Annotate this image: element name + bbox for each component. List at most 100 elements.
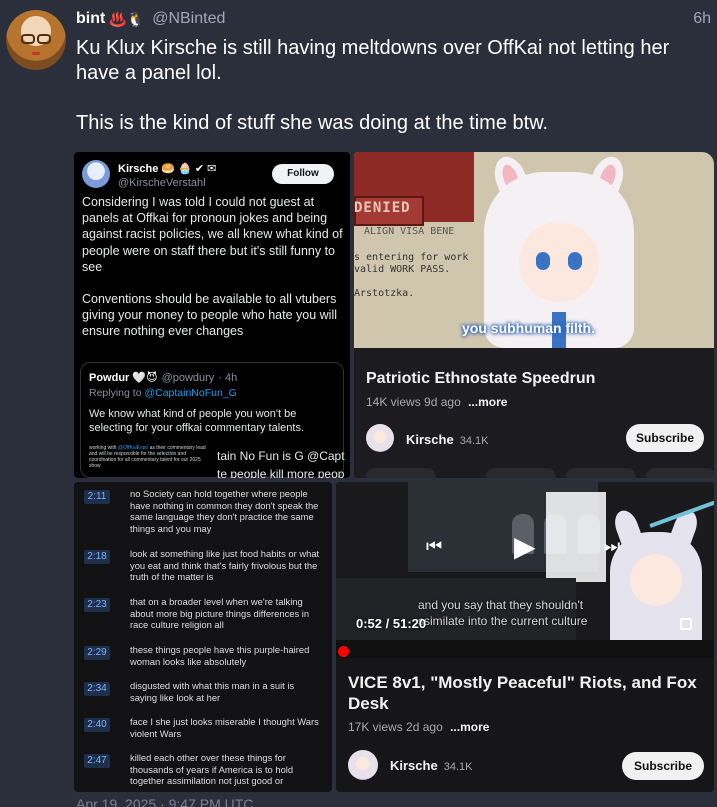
author-emoji: ♨️🐧 bbox=[109, 10, 145, 27]
post: bint ♨️🐧 @NBinted 6h Ku Klux Kirsche is … bbox=[0, 0, 717, 807]
post-header: bint ♨️🐧 @NBinted 6h bbox=[76, 8, 711, 30]
chip[interactable] bbox=[646, 468, 714, 478]
channel-subs: 34.1K bbox=[459, 435, 489, 447]
subscribe-button[interactable]: Subscribe bbox=[622, 752, 704, 780]
transcript-text: look at something like just food habits … bbox=[130, 548, 320, 583]
chip[interactable] bbox=[366, 468, 436, 478]
face-shape bbox=[519, 222, 599, 302]
video-time: 0:52 / 51:20 bbox=[356, 616, 427, 631]
channel-subs: 34.1K bbox=[443, 761, 473, 773]
video-card-1[interactable]: DENIED ALIGN VISA BENE s entering for wo… bbox=[354, 152, 714, 478]
video-more-link[interactable]: ...more bbox=[450, 720, 489, 734]
post-body: Ku Klux Kirsche is still having meltdown… bbox=[76, 36, 706, 136]
subscribe-button[interactable]: Subscribe bbox=[626, 424, 704, 452]
video-age: 9d ago bbox=[424, 395, 461, 409]
quote-header: Powdur 🤍😈 @powdury · 4h bbox=[89, 371, 237, 384]
video-views: 14K views bbox=[366, 395, 421, 409]
quote-name: Powdur 🤍😈 bbox=[89, 372, 158, 384]
quote-age: · 4h bbox=[218, 372, 238, 384]
video-thumbnail-1[interactable]: DENIED ALIGN VISA BENE s entering for wo… bbox=[354, 152, 714, 348]
progress-scrubber[interactable] bbox=[338, 646, 349, 657]
transcript-text: killed each other over these things for … bbox=[130, 752, 294, 787]
mouth-icon bbox=[32, 52, 40, 55]
glasses-right-icon bbox=[37, 34, 51, 44]
tweet-avatar bbox=[82, 160, 110, 188]
video-views: 17K views bbox=[348, 720, 403, 734]
quote-embedded-text: working with @OffKaiExpo as their commen… bbox=[89, 445, 209, 469]
vtuber-avatar-figure bbox=[474, 152, 644, 348]
video-title-1[interactable]: Patriotic Ethnostate Speedrun bbox=[366, 370, 595, 388]
game-denied-text: DENIED bbox=[354, 200, 411, 216]
tweet-paragraph: Considering I was told I could not guest… bbox=[82, 195, 343, 274]
quote-overlay-text-2: te people kill more peop bbox=[217, 467, 345, 478]
channel-name[interactable]: Kirsche 34.1K bbox=[406, 432, 488, 447]
chips-row bbox=[366, 468, 714, 478]
video-title-2[interactable]: VICE 8v1, "Mostly Peaceful" Riots, and F… bbox=[348, 672, 698, 714]
channel-avatar[interactable] bbox=[366, 424, 394, 452]
quote-body: We know what kind of people you won't be… bbox=[89, 408, 305, 434]
channel-name[interactable]: Kirsche 34.1K bbox=[390, 758, 472, 773]
channel-avatar[interactable] bbox=[348, 750, 378, 780]
stream-side-panel bbox=[546, 492, 606, 582]
video-more-link[interactable]: ...more bbox=[468, 395, 507, 409]
video-caption: you subhuman filth. bbox=[462, 320, 595, 336]
media-grid: Kirsche 🥯 🧁 ✔ ✉ @KirscheVerstahl Follow … bbox=[74, 152, 714, 792]
quote-replying: Replying to @CaptainNoFun_G bbox=[89, 387, 237, 399]
eye-icon bbox=[536, 252, 550, 270]
post-paragraph: This is the kind of stuff she was doing … bbox=[76, 112, 549, 134]
transcript-text: face I she just looks miserable I though… bbox=[130, 716, 319, 739]
transcript-text: no Society can hold together where peopl… bbox=[130, 488, 319, 534]
channel-name-text: Kirsche bbox=[406, 432, 454, 447]
quote-replying-prefix: Replying to bbox=[89, 387, 145, 399]
transcript-timestamp[interactable]: 2:34 bbox=[84, 682, 110, 696]
tweet-name: Kirsche 🥯 🧁 ✔ ✉ bbox=[118, 163, 217, 175]
author-name[interactable]: bint bbox=[76, 10, 105, 28]
quote-replying-handle: @CaptainNoFun_G bbox=[144, 387, 237, 399]
transcript-timestamp[interactable]: 2:23 bbox=[84, 598, 110, 612]
chip[interactable] bbox=[566, 468, 636, 478]
post-time[interactable]: 6h bbox=[693, 10, 711, 28]
fullscreen-icon[interactable] bbox=[680, 618, 692, 630]
transcript-timestamp[interactable]: 2:18 bbox=[84, 550, 110, 564]
quoted-tweet: Powdur 🤍😈 @powdury · 4h Replying to @Capta… bbox=[80, 362, 345, 478]
previous-icon[interactable]: ⏮ bbox=[426, 536, 442, 557]
transcript-text: that on a broader level when we're talki… bbox=[130, 596, 310, 631]
video-subtitle-2: ssimilate into the current culture bbox=[418, 614, 588, 628]
transcript-timestamp[interactable]: 2:40 bbox=[84, 718, 110, 732]
video-meta-2: 17K views 2d ago ...more bbox=[348, 720, 489, 734]
quote-overlay-text-1: tain No Fun is G @Capt bbox=[217, 449, 345, 463]
tweet-screenshot[interactable]: Kirsche 🥯 🧁 ✔ ✉ @KirscheVerstahl Follow … bbox=[74, 152, 350, 478]
tweet-follow-button: Follow bbox=[272, 164, 334, 184]
video-meta-1: 14K views 9d ago ...more bbox=[366, 395, 507, 409]
face-shape bbox=[630, 554, 682, 606]
tweet-body: Considering I was told I could not guest… bbox=[82, 194, 344, 356]
channel-name-text: Kirsche bbox=[390, 758, 438, 773]
post-paragraph: Ku Klux Kirsche is still having meltdown… bbox=[76, 37, 670, 84]
quote-handle: @powdury bbox=[161, 372, 215, 384]
tweet-handle: @KirscheVerstahl bbox=[118, 177, 206, 189]
transcript-text: disgusted with what this man in a suit i… bbox=[130, 680, 295, 703]
vtuber-avatar-figure bbox=[598, 492, 714, 658]
transcript-timestamp[interactable]: 2:29 bbox=[84, 646, 110, 660]
next-icon[interactable]: ⏭ bbox=[604, 536, 620, 557]
video-player[interactable]: ⏮ ▶ ⏭ and you say that they shouldn't ss… bbox=[336, 482, 714, 658]
post-date[interactable]: Apr 19, 2025 · 9:47 PM UTC bbox=[76, 796, 253, 807]
author-handle[interactable]: @NBinted bbox=[152, 10, 225, 28]
transcript-timestamp[interactable]: 2:47 bbox=[84, 754, 110, 768]
video-subtitle-1: and you say that they shouldn't bbox=[418, 598, 584, 612]
glasses-left-icon bbox=[21, 34, 35, 44]
transcript-timestamp[interactable]: 2:11 bbox=[84, 490, 110, 504]
eye-icon bbox=[568, 252, 582, 270]
play-icon[interactable]: ▶ bbox=[514, 530, 536, 563]
video-card-2[interactable]: ⏮ ▶ ⏭ and you say that they shouldn't ss… bbox=[336, 482, 714, 792]
overlay-strip bbox=[336, 640, 714, 658]
game-line-1: s entering for work bbox=[354, 252, 469, 263]
video-age: 2d ago bbox=[406, 720, 443, 734]
tweet-paragraph: Conventions should be available to all v… bbox=[82, 292, 338, 339]
transcript-text: these things people have this purple-hai… bbox=[130, 644, 310, 667]
transcript-panel[interactable]: 2:11 no Society can hold together where … bbox=[74, 482, 332, 792]
game-visa-text: ALIGN VISA BENE bbox=[364, 226, 455, 237]
tweet-header: Kirsche 🥯 🧁 ✔ ✉ @KirscheVerstahl Follow bbox=[82, 160, 342, 192]
chip[interactable] bbox=[486, 468, 556, 478]
author-avatar[interactable] bbox=[6, 10, 66, 70]
